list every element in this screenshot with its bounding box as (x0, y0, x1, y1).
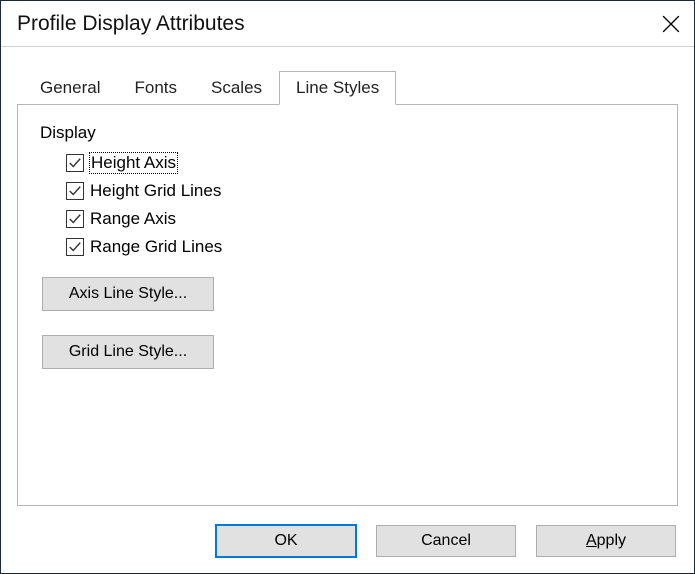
tab-line-styles[interactable]: Line Styles (279, 71, 396, 105)
checkbox-label-range-axis: Range Axis (90, 209, 176, 229)
checkbox-range-grid[interactable] (66, 238, 84, 256)
close-button[interactable] (648, 1, 694, 47)
apply-accel: A (586, 532, 597, 550)
titlebar: Profile Display Attributes (1, 1, 694, 47)
checkbox-range-axis[interactable] (66, 210, 84, 228)
tab-panel-line-styles: Display Height Axis Height Grid Lines Ra… (17, 104, 678, 506)
close-icon (662, 15, 680, 33)
ok-button[interactable]: OK (216, 525, 356, 557)
display-group-label: Display (40, 123, 655, 143)
grid-line-style-button[interactable]: Grid Line Style... (42, 335, 214, 369)
dialog-button-row: OK Cancel Apply (216, 525, 676, 557)
check-row-range-grid: Range Grid Lines (66, 237, 655, 257)
check-icon (68, 184, 82, 198)
checkbox-label-height-axis: Height Axis (90, 153, 177, 173)
checkbox-height-grid[interactable] (66, 182, 84, 200)
display-checklist: Height Axis Height Grid Lines Range Axis… (66, 153, 655, 257)
check-row-height-grid: Height Grid Lines (66, 181, 655, 201)
check-icon (68, 240, 82, 254)
checkbox-label-height-grid: Height Grid Lines (90, 181, 221, 201)
tab-fonts[interactable]: Fonts (117, 71, 194, 105)
apply-button[interactable]: Apply (536, 525, 676, 557)
cancel-button[interactable]: Cancel (376, 525, 516, 557)
tab-general[interactable]: General (23, 71, 117, 105)
check-row-range-axis: Range Axis (66, 209, 655, 229)
check-icon (68, 156, 82, 170)
tab-scales[interactable]: Scales (194, 71, 279, 105)
checkbox-label-range-grid: Range Grid Lines (90, 237, 222, 257)
tab-bar: General Fonts Scales Line Styles (23, 71, 678, 105)
checkbox-height-axis[interactable] (66, 154, 84, 172)
window-title: Profile Display Attributes (17, 12, 245, 36)
check-row-height-axis: Height Axis (66, 153, 655, 173)
check-icon (68, 212, 82, 226)
dialog-content: General Fonts Scales Line Styles Display… (1, 47, 694, 522)
apply-rest: pply (597, 532, 626, 550)
axis-line-style-button[interactable]: Axis Line Style... (42, 277, 214, 311)
